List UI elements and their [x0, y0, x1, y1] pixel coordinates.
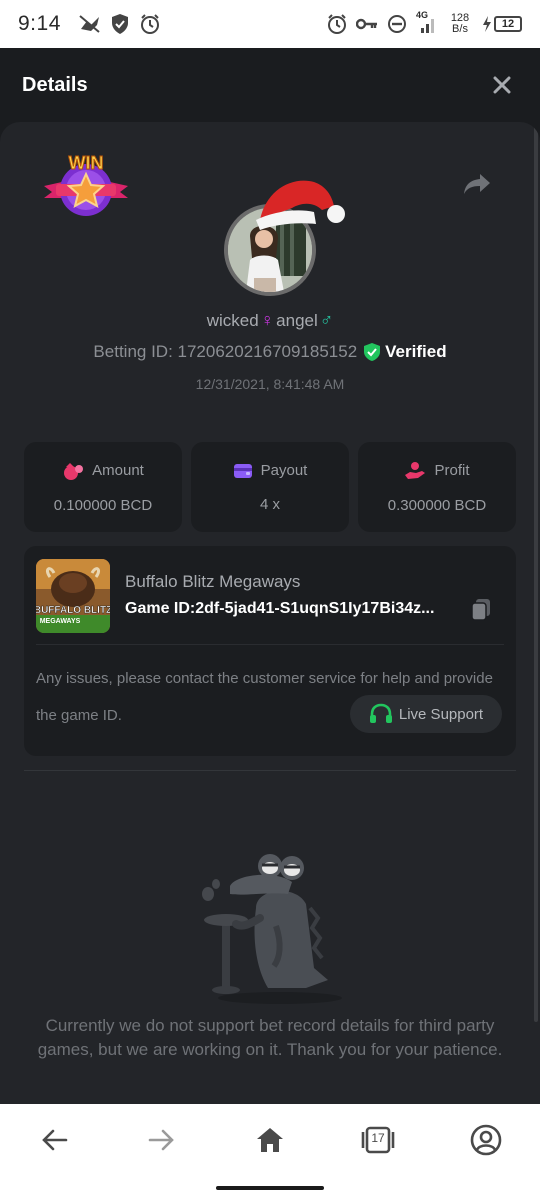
verified-label: Verified: [385, 342, 447, 361]
bet-datetime: 12/31/2021, 8:41:48 AM: [195, 376, 345, 392]
headset-icon: [369, 703, 392, 723]
thumb-title: BUFFALO BLITZ: [36, 605, 110, 616]
stat-label: Payout: [260, 462, 308, 479]
forward-button[interactable]: [140, 1118, 184, 1162]
user-circle-icon: [470, 1124, 502, 1156]
share-button[interactable]: [462, 172, 492, 198]
network-speed: 128 B/s: [446, 13, 474, 35]
win-badge-text: WIN: [69, 153, 104, 173]
santa-hat-icon: [252, 172, 348, 234]
stat-value: 4 x: [259, 495, 280, 513]
stat-value: 0.100000 BCD: [53, 496, 153, 514]
tabs-button[interactable]: 17: [356, 1118, 400, 1162]
copy-button[interactable]: [470, 598, 492, 622]
share-icon: [464, 174, 490, 194]
live-support-button[interactable]: Live Support: [350, 695, 502, 733]
verified-shield-icon: [364, 343, 381, 361]
stat-label: Amount: [92, 462, 144, 479]
status-bar: 9:14 4G 128 B/s 12: [0, 0, 540, 48]
crocodile-mascot-illustration: [196, 848, 346, 1008]
battery-level: 12: [494, 16, 522, 32]
home-icon: [257, 1128, 283, 1152]
back-button[interactable]: [32, 1118, 76, 1162]
game-name: Buffalo Blitz Megaways: [125, 572, 301, 591]
stat-label: Profit: [434, 462, 470, 479]
username: wicked ♀ angel ♂: [0, 310, 540, 331]
alarm-icon: [139, 13, 161, 35]
network-type: 4G: [416, 10, 429, 20]
username-part1: wicked: [206, 310, 259, 330]
female-symbol-icon: ♀: [260, 310, 275, 330]
stat-payout: Payout 4 x: [191, 442, 349, 532]
arrow-right-icon: [148, 1129, 174, 1151]
game-thumbnail[interactable]: BUFFALO BLITZ MEGAWAYS: [36, 559, 110, 633]
speed-unit: B/s: [452, 23, 468, 35]
section-divider: [24, 770, 516, 771]
dnd-icon: [386, 13, 408, 35]
win-badge: WIN: [42, 152, 130, 218]
battery-charging-icon: 12: [482, 16, 522, 32]
game-id: Game ID:2df-5jad41-S1uqnS1Iy17Bi34z...: [125, 600, 435, 617]
gesture-area: [0, 1176, 540, 1200]
divider: [36, 644, 504, 645]
wallet-icon: [233, 463, 252, 478]
details-header: Details: [0, 48, 540, 122]
username-part2: angel: [276, 310, 318, 330]
verified-badge: Verified: [363, 342, 447, 362]
browser-nav-bar: 17: [0, 1104, 540, 1176]
stat-value: 0.300000 BCD: [387, 496, 487, 514]
home-indicator[interactable]: [216, 1186, 324, 1190]
signal-icon: 4G: [416, 10, 438, 35]
stat-amount: Amount 0.100000 BCD: [24, 442, 182, 532]
scrollbar[interactable]: [534, 122, 538, 1022]
close-button[interactable]: [486, 69, 518, 101]
live-support-label: Live Support: [398, 705, 484, 723]
thumb-subtitle: MEGAWAYS: [40, 618, 81, 625]
key-icon: [356, 13, 378, 35]
shield-check-icon: [109, 13, 131, 35]
money-bag-icon: [64, 462, 84, 480]
details-panel: WIN wicked ♀ angel ♂ Betting ID: 1720620…: [0, 122, 540, 1104]
tab-count: 17: [371, 1131, 385, 1145]
arrow-left-icon: [42, 1129, 68, 1151]
bet-stats: Amount 0.100000 BCD Payout 4 x Profit 0.…: [24, 442, 516, 532]
third-party-notice: Currently we do not support bet record d…: [37, 1016, 503, 1059]
copy-icon: [471, 599, 490, 621]
bird-icon: [79, 13, 101, 35]
hand-coin-icon: [405, 461, 426, 479]
male-symbol-icon: ♂: [319, 310, 334, 330]
stat-profit: Profit 0.300000 BCD: [358, 442, 516, 532]
game-card: BUFFALO BLITZ MEGAWAYS Buffalo Blitz Meg…: [24, 546, 516, 756]
close-icon: [493, 76, 511, 94]
page-title: Details: [22, 73, 88, 96]
status-time: 9:14: [18, 12, 61, 35]
alarm-icon: [326, 13, 348, 35]
profile-button[interactable]: [464, 1118, 508, 1162]
betting-id-row: Betting ID: 1720620216709185152 Verified: [0, 342, 540, 362]
home-button[interactable]: [248, 1118, 292, 1162]
betting-id: Betting ID: 1720620216709185152: [93, 342, 358, 361]
